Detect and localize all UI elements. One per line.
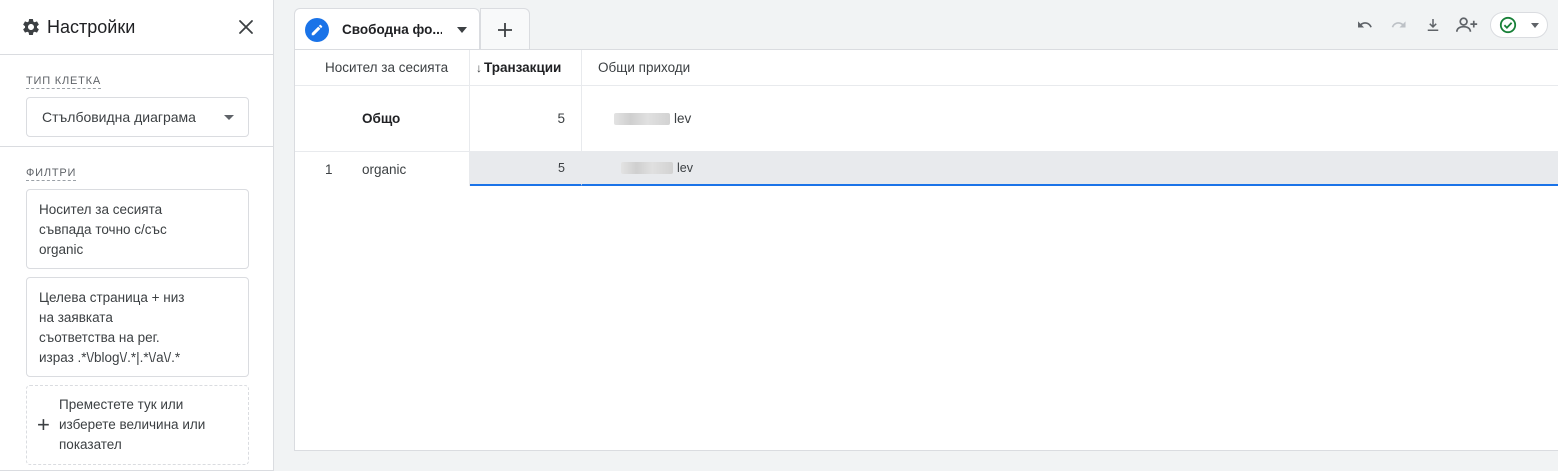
medium-cell: 1 organic <box>295 152 470 186</box>
download-icon[interactable] <box>1416 12 1450 38</box>
chevron-down-icon <box>1531 22 1539 28</box>
redacted-value <box>614 112 670 125</box>
row-index: 1 <box>325 161 333 177</box>
column-header-label: Носител за сесията <box>325 60 449 75</box>
redacted-value <box>621 162 673 174</box>
gear-icon <box>20 16 42 38</box>
plus-icon: + <box>37 412 50 437</box>
currency-label: lev <box>677 161 693 175</box>
sort-descending-icon: ↓ <box>476 60 482 75</box>
chevron-down-icon[interactable] <box>457 26 467 33</box>
cell-type-label: ТИП КЛЕТКА <box>26 75 102 89</box>
chevron-down-icon <box>224 114 234 120</box>
column-header-label: Транзакции <box>484 60 562 75</box>
status-dropdown[interactable] <box>1490 12 1548 38</box>
undo-icon[interactable] <box>1348 12 1382 38</box>
totals-label-cell: Общо <box>295 86 470 151</box>
column-header-label: Общи приходи <box>598 60 691 75</box>
filters-section: ФИЛТРИ Носител за сесията съвпада точно … <box>0 147 273 471</box>
column-header-medium[interactable]: Носител за сесията <box>295 50 470 85</box>
tab-free-form[interactable]: Свободна фо... <box>294 8 480 50</box>
share-user-icon[interactable] <box>1450 12 1484 38</box>
revenue-cell: lev <box>582 152 1558 186</box>
table-row[interactable]: 1 organic 5 lev <box>295 152 1558 186</box>
totals-transactions: 5 <box>557 111 565 126</box>
transactions-cell: 5 <box>470 152 582 186</box>
close-icon[interactable] <box>233 14 259 40</box>
settings-header: Настройки <box>0 0 273 55</box>
drop-zone-text: Преместете тук или изберете величина или… <box>59 397 206 452</box>
filter-chip[interactable]: Целева страница + низ на заявката съотве… <box>26 277 249 377</box>
filters-label: ФИЛТРИ <box>26 167 77 181</box>
totals-revenue-cell: lev <box>582 86 1558 151</box>
totals-label: Общо <box>362 111 401 126</box>
settings-title: Настройки <box>47 16 136 37</box>
redo-icon[interactable] <box>1382 12 1416 38</box>
totals-transactions-cell: 5 <box>470 86 582 151</box>
filter-chip[interactable]: Носител за сесията съвпада точно с/със o… <box>26 189 249 269</box>
medium-value: organic <box>362 161 407 177</box>
pencil-icon <box>305 17 329 42</box>
column-header-transactions[interactable]: ↓ Транзакции <box>470 50 582 85</box>
cell-type-value: Стълбовидна диаграма <box>42 109 196 125</box>
add-tab-button[interactable] <box>480 8 530 50</box>
toolbar <box>1348 12 1548 38</box>
tab-label: Свободна фо... <box>342 22 442 37</box>
plus-icon <box>498 22 512 37</box>
add-dimension-drop-zone[interactable]: + Преместете тук или изберете величина и… <box>26 385 249 465</box>
settings-panel: Настройки ТИП КЛЕТКА Стълбовидна диаграм… <box>0 0 274 471</box>
cell-type-select[interactable]: Стълбовидна диаграма <box>26 97 249 137</box>
check-circle-icon <box>1499 16 1517 34</box>
cell-type-section: ТИП КЛЕТКА Стълбовидна диаграма <box>0 55 273 147</box>
table-header-row: Носител за сесията ↓ Транзакции Общи при… <box>295 50 1558 86</box>
column-header-revenue[interactable]: Общи приходи <box>582 50 1558 85</box>
exploration-canvas: Носител за сесията ↓ Транзакции Общи при… <box>294 49 1558 451</box>
totals-row: Общо 5 lev <box>295 86 1558 152</box>
currency-label: lev <box>674 111 692 126</box>
transactions-value: 5 <box>558 161 565 175</box>
